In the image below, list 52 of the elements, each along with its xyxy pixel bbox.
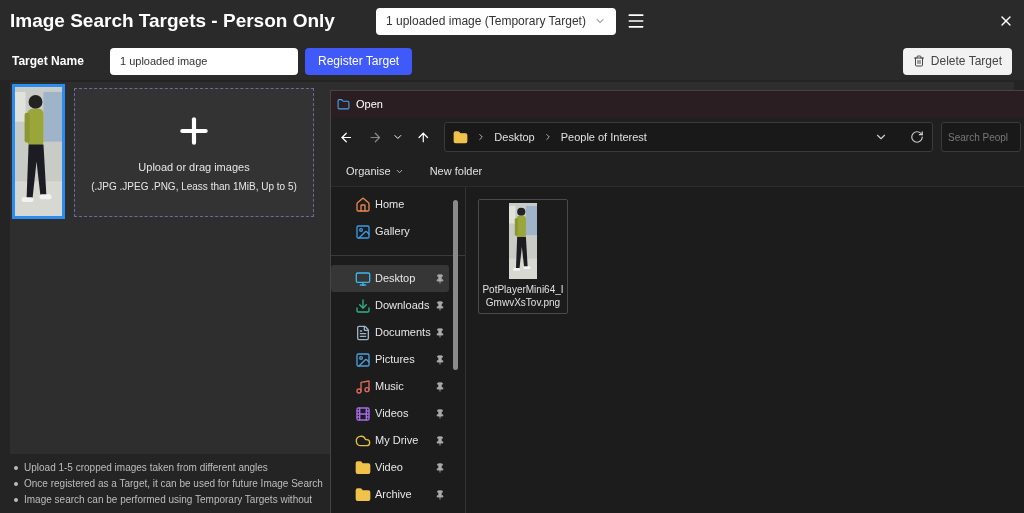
gallery-icon bbox=[355, 223, 371, 240]
file-name: PotPlayerMini64_IGmwvXsTov.png bbox=[481, 283, 565, 309]
bullet-icon bbox=[14, 497, 18, 502]
delete-target-button[interactable]: Delete Target bbox=[902, 47, 1012, 75]
pictures-icon bbox=[355, 351, 371, 368]
music-icon bbox=[355, 378, 371, 395]
note-text: Once registered as a Target, it can be used for future Image Search bbox=[24, 477, 323, 491]
folder-icon bbox=[355, 459, 371, 476]
file-item[interactable]: PotPlayerMini64_IGmwvXsTov.png bbox=[478, 199, 568, 314]
breadcrumb-item[interactable]: Desktop bbox=[494, 128, 535, 146]
address-bar[interactable]: Desktop People of Interest bbox=[444, 122, 933, 152]
target-name-input[interactable]: 1 uploaded image bbox=[110, 47, 298, 75]
nav-item[interactable]: Pictures bbox=[331, 346, 449, 373]
nav-item[interactable]: Gallery bbox=[331, 218, 449, 245]
toolbar-button[interactable]: New folder bbox=[429, 163, 483, 180]
nav-item[interactable]: Home bbox=[331, 191, 449, 218]
register-target-button[interactable]: Register Target bbox=[305, 47, 413, 75]
nav-item[interactable]: Archive bbox=[331, 481, 449, 508]
bullet-icon bbox=[14, 465, 18, 470]
download-icon bbox=[355, 297, 371, 314]
folder-icon bbox=[355, 486, 371, 503]
organise-menu[interactable]: Organise bbox=[346, 163, 404, 180]
window-title: Image Search Targets - Person Only bbox=[10, 8, 336, 33]
document-icon bbox=[355, 324, 371, 341]
nav-item[interactable]: Downloads bbox=[331, 292, 449, 319]
nav-item[interactable]: Video bbox=[331, 454, 449, 481]
folder-icon bbox=[453, 129, 469, 145]
trash-icon bbox=[912, 55, 925, 67]
upload-dropzone[interactable]: Upload or drag images (.JPG .JPEG .PNG, Leass than 1MiB, Up to 5) bbox=[74, 88, 314, 217]
note-text: Upload 1-5 cropped images taken from different angles bbox=[24, 461, 268, 475]
dropzone-hint: (.JPG .JPEG .PNG, Leass than 1MiB, Up to 5) bbox=[91, 179, 297, 194]
nav-item[interactable]: Music bbox=[331, 373, 449, 400]
home-icon bbox=[355, 196, 371, 213]
search-field[interactable]: Search Peopl bbox=[941, 122, 1021, 152]
dialog-title: Open bbox=[356, 96, 383, 112]
nav-item[interactable]: Desktop bbox=[331, 265, 449, 292]
scrollbar[interactable] bbox=[453, 200, 458, 370]
nav-item[interactable]: Videos bbox=[331, 400, 449, 427]
bullet-icon bbox=[14, 481, 18, 486]
target-name-label: Target Name bbox=[12, 53, 85, 70]
refresh-icon[interactable] bbox=[910, 130, 924, 144]
menu-icon[interactable] bbox=[626, 11, 646, 31]
target-dropdown[interactable]: 1 uploaded image (Temporary Target) bbox=[376, 7, 616, 35]
nav-item[interactable]: My Drive bbox=[331, 427, 449, 454]
app-icon bbox=[337, 97, 350, 111]
nav-item[interactable]: Documents bbox=[331, 319, 449, 346]
caret-icon bbox=[394, 167, 404, 176]
monitor-icon bbox=[355, 270, 371, 287]
note-text: Image search can be performed using Temporary Targets without bbox=[24, 493, 313, 507]
breadcrumb-item[interactable]: People of Interest bbox=[560, 128, 647, 146]
film-icon bbox=[355, 405, 371, 422]
dropzone-title: Upload or drag images bbox=[138, 160, 250, 176]
